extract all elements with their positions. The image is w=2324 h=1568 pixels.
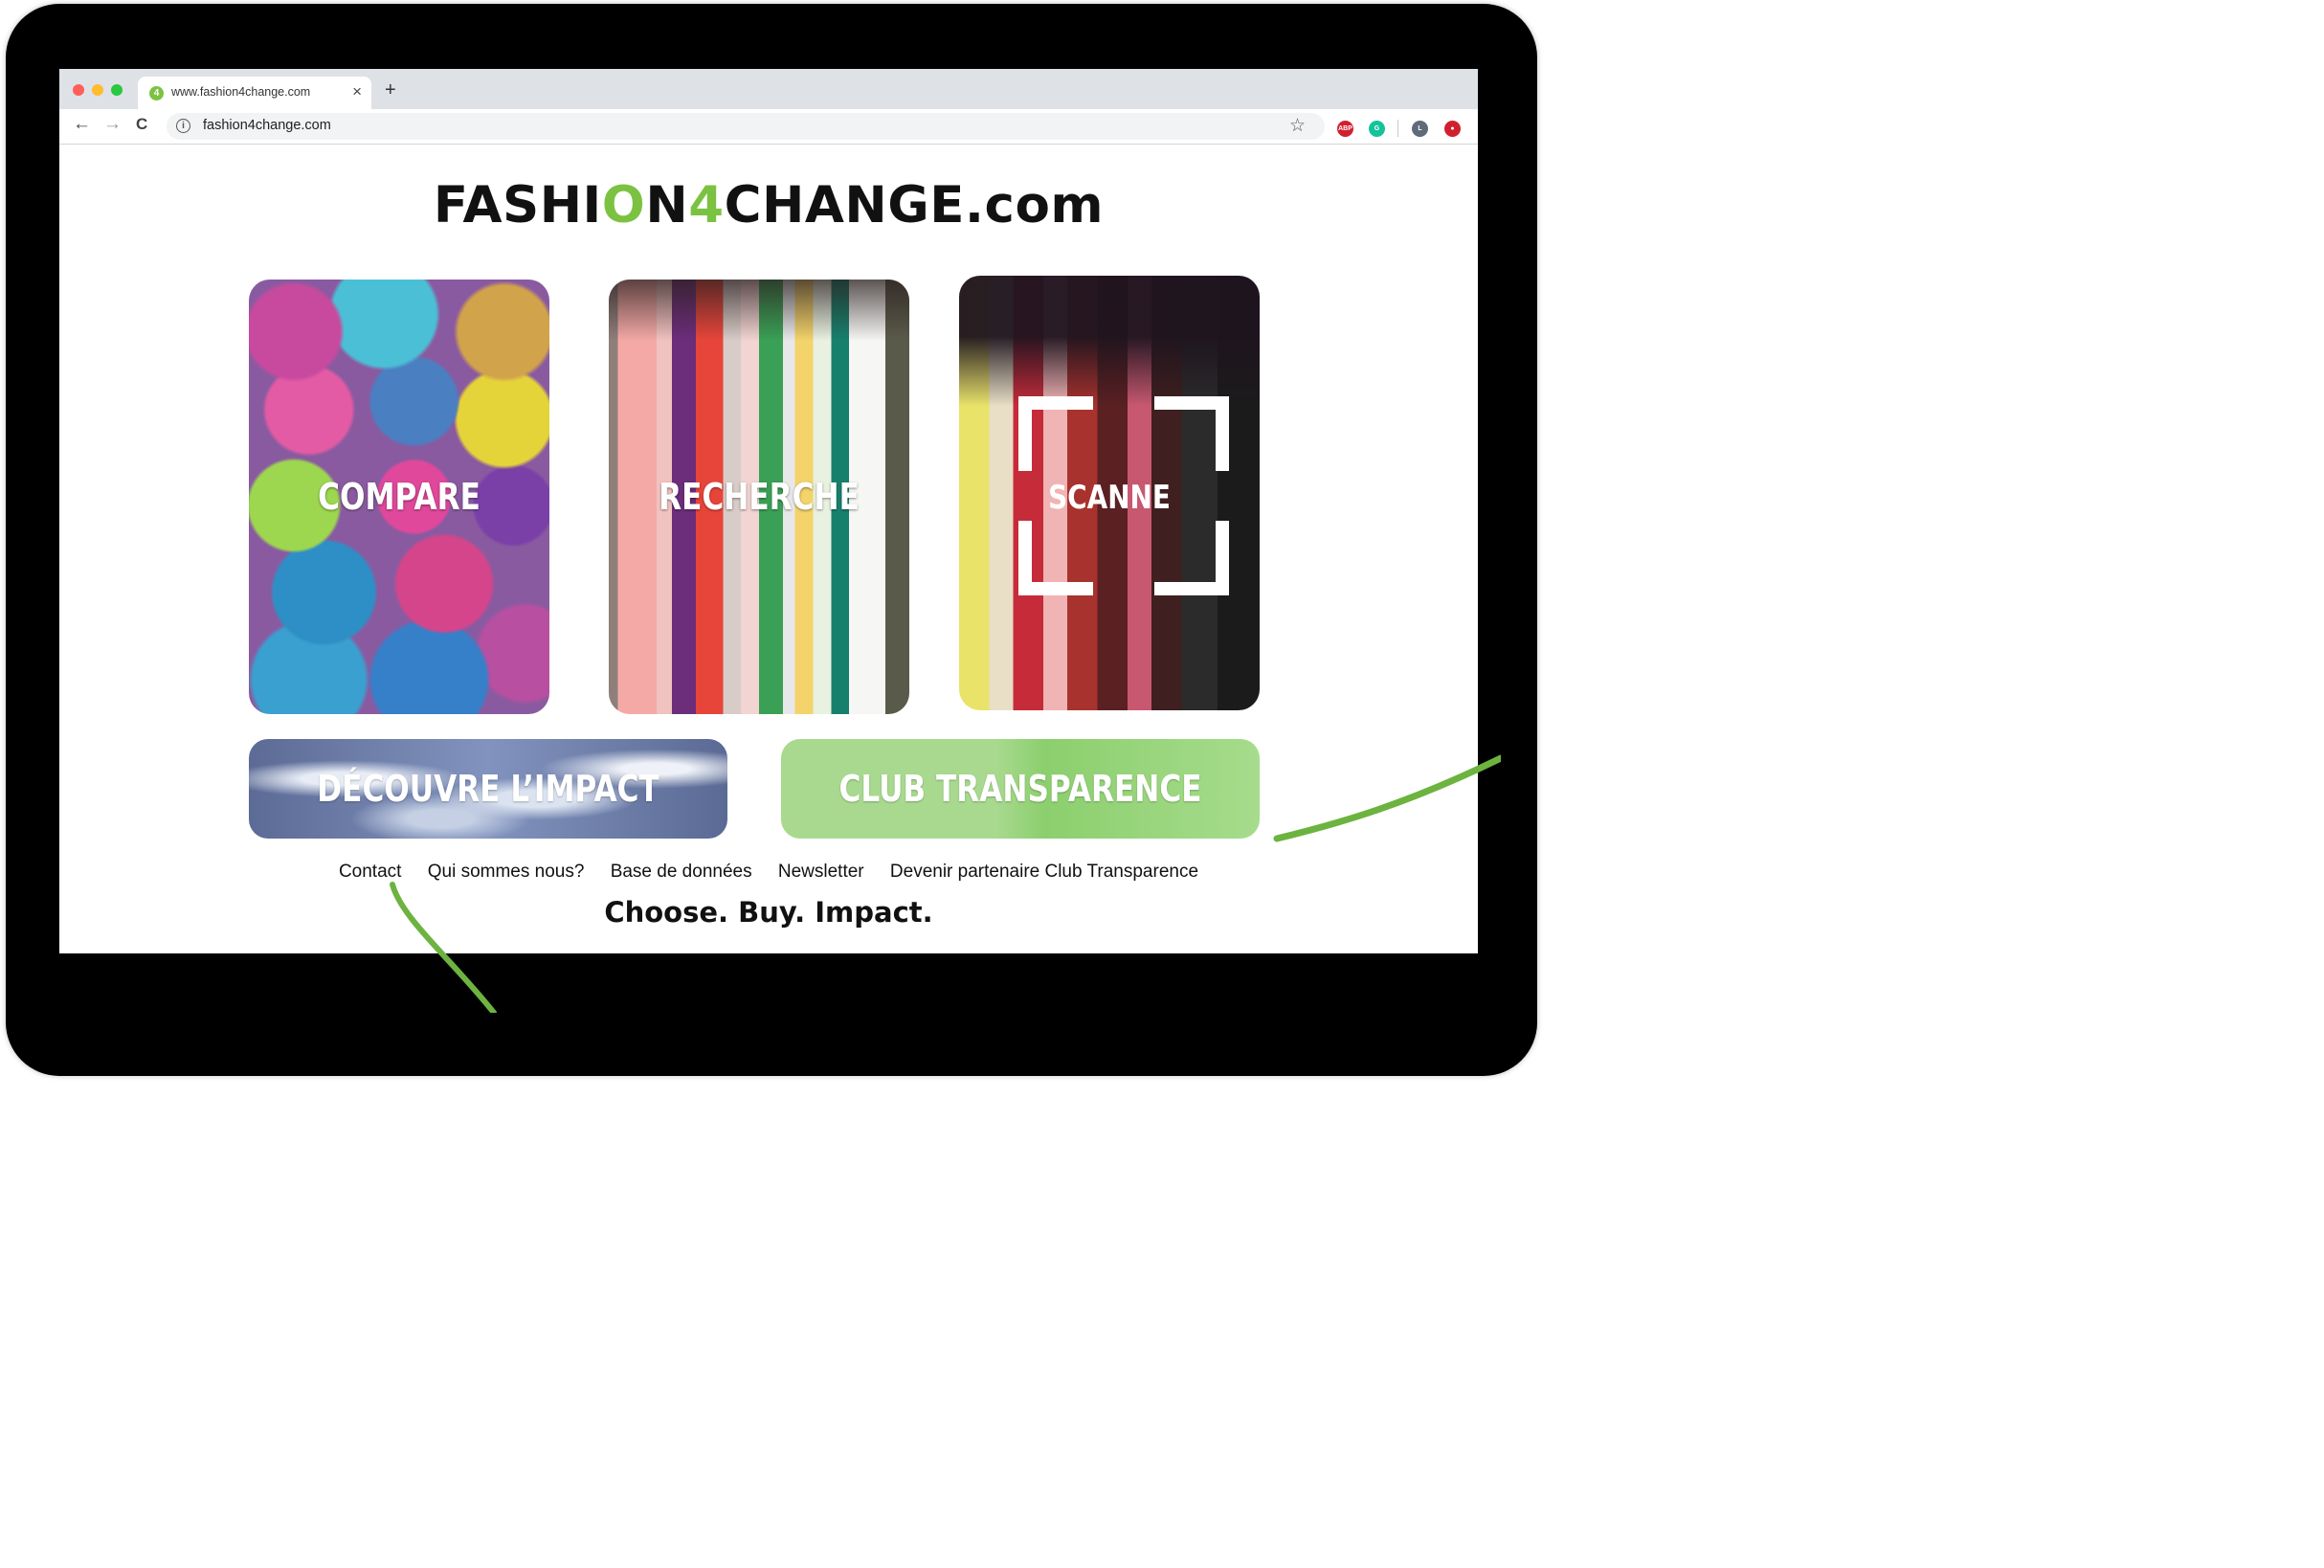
scanne-label: SCANNE: [1048, 479, 1171, 517]
scanne-card[interactable]: SCANNE: [959, 276, 1260, 710]
footer-link-database[interactable]: Base de données: [611, 862, 752, 882]
close-tab-icon[interactable]: ×: [352, 82, 362, 101]
site-logo[interactable]: FASHION4CHANGE.com: [59, 176, 1478, 235]
forward-icon[interactable]: →: [103, 114, 122, 135]
bookmark-star-icon[interactable]: ☆: [1289, 115, 1306, 137]
scan-frame-corner-icon: [1154, 521, 1229, 595]
tab-bar: 4 www.fashion4change.com × +: [59, 69, 1478, 109]
compare-label: COMPARE: [318, 476, 480, 518]
browser-tab[interactable]: 4 www.fashion4change.com ×: [138, 77, 371, 109]
tagline: Choose. Buy. Impact.: [604, 896, 933, 929]
compare-card[interactable]: COMPARE: [249, 280, 549, 714]
footer-link-contact[interactable]: Contact: [339, 862, 401, 882]
close-window-button[interactable]: [73, 84, 84, 96]
favicon-icon: 4: [149, 86, 164, 101]
logo-four-badge: 4: [688, 176, 725, 235]
logo-o-arrows: O: [601, 176, 646, 235]
club-transparence-button[interactable]: CLUB TRANSPARENCE: [781, 739, 1260, 839]
club-transparence-label: CLUB TRANSPARENCE: [838, 768, 1202, 810]
profile-avatar-icon[interactable]: L: [1412, 121, 1428, 137]
url-text[interactable]: fashion4change.com: [203, 118, 331, 133]
adblock-plus-icon[interactable]: ABP: [1337, 121, 1353, 137]
browser-toolbar: ← → C i fashion4change.com ☆ ABP G L ●: [59, 109, 1478, 145]
grammarly-icon[interactable]: G: [1369, 121, 1385, 137]
decouvre-impact-label: DÉCOUVRE L’IMPACT: [317, 768, 659, 810]
maximize-window-button[interactable]: [111, 84, 123, 96]
recherche-label: RECHERCHE: [659, 476, 860, 518]
scan-frame-corner-icon: [1018, 396, 1093, 471]
info-icon[interactable]: i: [176, 119, 190, 133]
footer-link-partner[interactable]: Devenir partenaire Club Transparence: [890, 862, 1198, 882]
tab-title: www.fashion4change.com: [171, 85, 311, 99]
toolbar-divider: [1397, 120, 1398, 137]
decouvre-impact-button[interactable]: DÉCOUVRE L’IMPACT: [249, 739, 727, 839]
browser-window: 4 www.fashion4change.com × + ← → C i fas…: [59, 69, 1478, 953]
lastpass-icon[interactable]: ●: [1444, 121, 1461, 137]
minimize-window-button[interactable]: [92, 84, 103, 96]
reload-icon[interactable]: C: [136, 115, 147, 134]
scan-frame-corner-icon: [1018, 521, 1093, 595]
footer-link-about[interactable]: Qui sommes nous?: [428, 862, 585, 882]
footer-nav: Contact Qui sommes nous? Base de données…: [59, 862, 1478, 883]
back-icon[interactable]: ←: [73, 114, 91, 135]
recherche-card[interactable]: RECHERCHE: [609, 280, 909, 714]
scan-frame-corner-icon: [1154, 396, 1229, 471]
footer-link-newsletter[interactable]: Newsletter: [778, 862, 864, 882]
new-tab-button[interactable]: +: [385, 79, 396, 101]
address-bar[interactable]: i fashion4change.com: [167, 113, 1325, 140]
